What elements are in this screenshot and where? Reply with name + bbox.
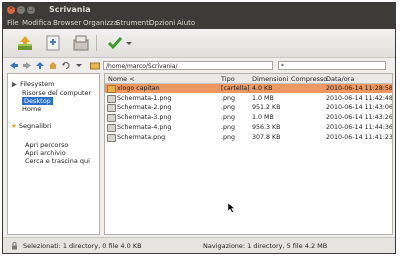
- table-row[interactable]: xlogo capitan [cartella] 4.0 KB 2010-06-…: [105, 84, 392, 93]
- file-type: .png: [221, 95, 235, 102]
- file-date: 2010-06-14 11:28:58: [326, 85, 393, 92]
- close-icon: ×: [8, 5, 14, 12]
- title-bar: × – □ Scrivania: [3, 3, 395, 17]
- column-date[interactable]: Data/ora: [326, 75, 354, 83]
- menu-bar: File Modifica Browser Organizza Strument…: [3, 17, 395, 29]
- window-title: Scrivania: [49, 5, 91, 14]
- location-dropdown-icon[interactable]: [74, 61, 84, 70]
- maximize-icon: □: [28, 5, 34, 12]
- table-row[interactable]: Schermata-3.png .png 1.0 MB 2010-06-14 1…: [105, 113, 392, 122]
- dropdown-icon[interactable]: [125, 35, 133, 51]
- file-size: 956.3 KB: [252, 124, 281, 131]
- open-archive-link[interactable]: Apri archivio: [25, 149, 66, 157]
- image-file-icon: [107, 134, 116, 142]
- search-drag-link[interactable]: Cerca e trascina qui: [25, 157, 90, 165]
- path-input[interactable]: /home/marco/Scrivania/: [103, 61, 273, 70]
- file-size: 307.8 KB: [252, 134, 281, 141]
- history-icon[interactable]: [61, 61, 71, 70]
- back-icon[interactable]: [9, 61, 19, 70]
- toolbar: [3, 29, 395, 58]
- file-date: 2010-06-14 11:42:48: [326, 95, 393, 102]
- file-date: 2010-06-14 11:44:36: [326, 124, 393, 131]
- menu-browser[interactable]: Browser: [53, 19, 81, 27]
- mouse-cursor-icon: [228, 203, 236, 213]
- toolbar-separator: [96, 35, 97, 51]
- extract-icon[interactable]: [17, 35, 33, 51]
- file-type: .png: [221, 114, 235, 121]
- close-button[interactable]: ×: [7, 5, 15, 14]
- sidebar-item-desktop[interactable]: Desktop: [22, 97, 53, 105]
- table-row[interactable]: Schermata.png .png 307.8 KB 2010-06-14 1…: [105, 133, 392, 142]
- file-size: 1.0 MB: [252, 95, 274, 102]
- menu-modifica[interactable]: Modifica: [22, 19, 51, 27]
- status-navigation: Navigazione: 1 directory, 5 file 4.2 MB: [203, 242, 328, 250]
- check-icon[interactable]: [107, 35, 123, 51]
- status-selected: Selezionati: 1 directory, 0 file 4.0 KB: [23, 242, 142, 250]
- maximize-button[interactable]: □: [27, 5, 35, 14]
- open-location-link[interactable]: Apri percorso: [25, 141, 68, 149]
- file-size: 1.0 MB: [252, 114, 274, 121]
- menu-organizza[interactable]: Organizza: [83, 19, 118, 27]
- file-name: xlogo capitan: [117, 85, 160, 92]
- image-file-icon: [107, 124, 116, 132]
- table-row[interactable]: Schermata-4.png .png 956.3 KB 2010-06-14…: [105, 123, 392, 132]
- column-name[interactable]: Nome <: [108, 75, 135, 83]
- menu-file[interactable]: File: [7, 19, 19, 27]
- star-icon: ★: [11, 122, 17, 130]
- filter-input[interactable]: *: [278, 61, 386, 70]
- file-type: .png: [221, 124, 235, 131]
- menu-opzioni[interactable]: Opzioni: [149, 19, 175, 27]
- sidebar-bookmarks[interactable]: ★ Segnalibri: [11, 122, 51, 130]
- file-name: Schermata-2.png: [117, 104, 172, 111]
- location-bar: /home/marco/Scrivania/ *: [3, 58, 395, 73]
- image-file-icon: [107, 104, 116, 112]
- column-type[interactable]: Tipo: [221, 75, 235, 83]
- sidebar-item-home[interactable]: Home: [22, 105, 41, 113]
- file-date: 2010-06-14 11:43:26: [326, 114, 393, 121]
- archive-icon[interactable]: [73, 35, 89, 51]
- sidebar: Filesystem Risorse del computer Desktop …: [7, 73, 100, 235]
- minimize-button[interactable]: –: [17, 5, 25, 14]
- column-size[interactable]: Dimensioni: [252, 75, 288, 83]
- sidebar-filesystem[interactable]: Filesystem: [11, 80, 54, 88]
- menu-aiuto[interactable]: Aiuto: [177, 19, 195, 27]
- file-name: Schermata-1.png: [117, 95, 172, 102]
- add-icon[interactable]: [45, 35, 61, 51]
- minimize-icon: –: [19, 5, 23, 12]
- file-list-header: Nome < Tipo Dimensioni Compresso Data/or…: [105, 74, 392, 84]
- file-name: Schermata-3.png: [117, 114, 172, 121]
- column-compressed[interactable]: Compresso: [291, 75, 327, 83]
- folder-icon: [107, 85, 116, 93]
- file-name: Schermata-4.png: [117, 124, 172, 131]
- up-icon[interactable]: [35, 61, 45, 70]
- file-type: .png: [221, 134, 235, 141]
- expander-icon: [12, 81, 17, 87]
- home-icon[interactable]: [48, 61, 58, 70]
- image-file-icon: [107, 114, 116, 122]
- bookmarks-label: Segnalibri: [18, 122, 52, 130]
- file-type: .png: [221, 104, 235, 111]
- app-window: × – □ Scrivania File Modifica Browser Or…: [2, 2, 396, 254]
- file-name: Schermata.png: [117, 134, 166, 141]
- sidebar-filesystem-label: Filesystem: [20, 80, 55, 88]
- image-file-icon: [107, 95, 116, 103]
- file-size: 951.2 KB: [252, 104, 281, 111]
- table-row[interactable]: Schermata-1.png .png 1.0 MB 2010-06-14 1…: [105, 94, 392, 103]
- folder-icon: [90, 62, 100, 70]
- home-label: Home: [22, 105, 42, 113]
- file-size: 4.0 KB: [252, 85, 273, 92]
- menu-strumenti[interactable]: Strumenti: [116, 19, 151, 27]
- desktop-label: Desktop: [22, 97, 53, 105]
- file-list: Nome < Tipo Dimensioni Compresso Data/or…: [104, 73, 393, 235]
- file-type: [cartella]: [221, 85, 250, 92]
- status-bar: Selezionati: 1 directory, 0 file 4.0 KB …: [3, 237, 395, 253]
- forward-icon[interactable]: [22, 61, 32, 70]
- sidebar-item-computer[interactable]: Risorse del computer: [22, 89, 91, 97]
- table-row[interactable]: Schermata-2.png .png 951.2 KB 2010-06-14…: [105, 103, 392, 112]
- lock-icon: [12, 242, 17, 250]
- file-date: 2010-06-14 11:43:06: [326, 104, 393, 111]
- file-date: 2010-06-14 11:41:23: [326, 134, 393, 141]
- computer-label: Risorse del computer: [22, 89, 92, 97]
